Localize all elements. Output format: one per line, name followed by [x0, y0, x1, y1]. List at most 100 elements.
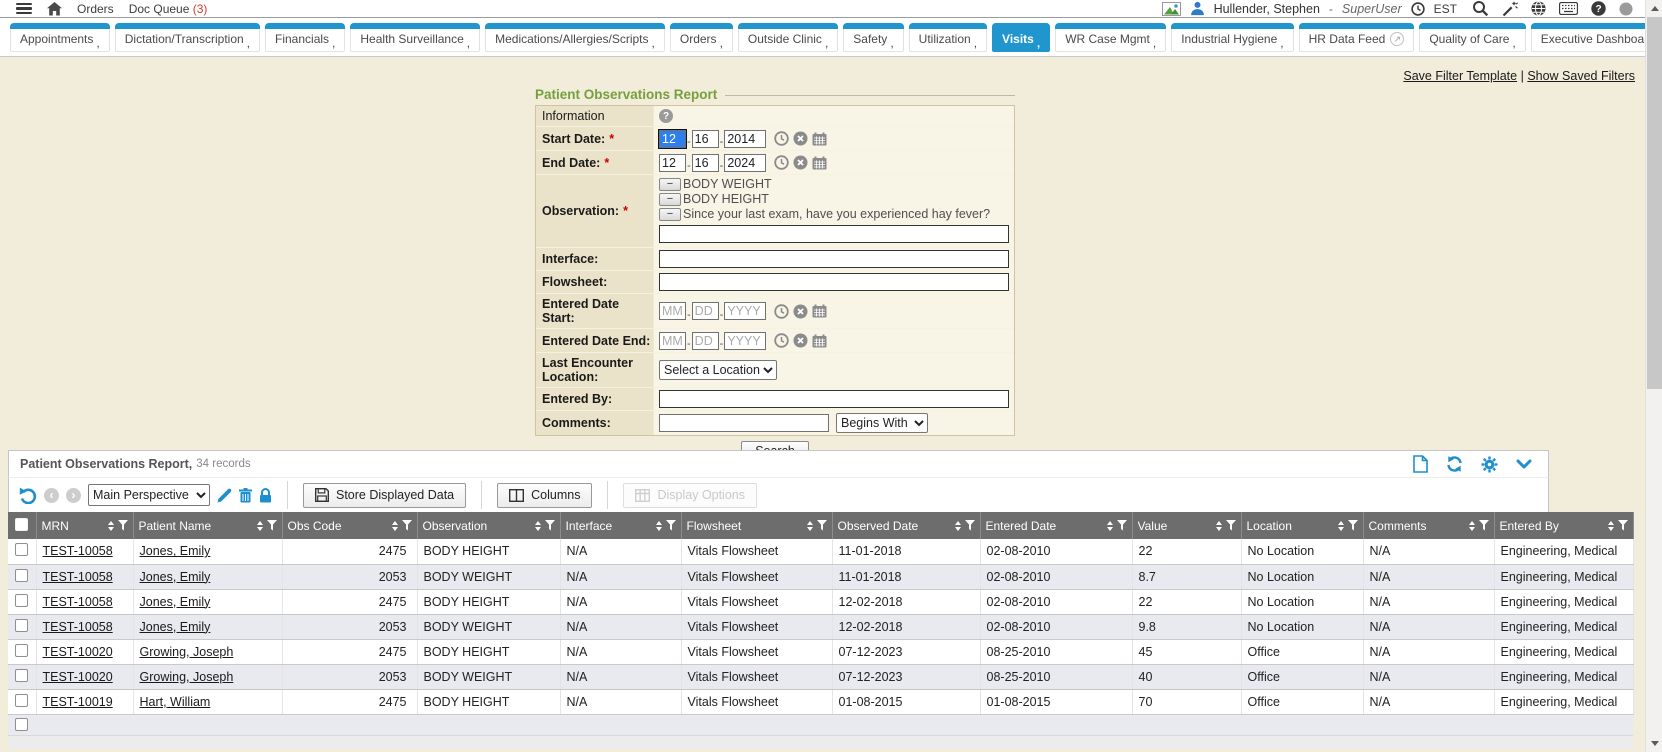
column-header-entered-date[interactable]: Entered Date: [980, 512, 1132, 539]
filter-icon[interactable]: [1117, 520, 1127, 531]
tab-orders[interactable]: Orders,: [670, 23, 733, 52]
tab-hr-data-feed[interactable]: HR Data Feed↗: [1299, 23, 1415, 52]
globe-icon[interactable]: [1531, 1, 1546, 16]
tab-appointments[interactable]: Appointments,: [10, 23, 110, 52]
sort-icon[interactable]: [1216, 521, 1222, 531]
calendar-icon[interactable]: [812, 304, 827, 318]
interface-input[interactable]: [659, 250, 1009, 268]
row-checkbox[interactable]: [15, 543, 28, 556]
entered-date-end-day-input[interactable]: [692, 332, 719, 350]
clear-date-icon[interactable]: [793, 304, 808, 319]
tab-visits[interactable]: Visits,: [992, 23, 1050, 52]
save-filter-template-link[interactable]: Save Filter Template: [1403, 69, 1517, 83]
filter-icon[interactable]: [965, 520, 975, 531]
entered-date-end-year-input[interactable]: [724, 332, 766, 350]
select-all-checkbox[interactable]: [15, 518, 28, 531]
sort-icon[interactable]: [535, 521, 541, 531]
screenshot-icon[interactable]: [1162, 2, 1181, 16]
wand-icon[interactable]: [1502, 1, 1518, 17]
sort-icon[interactable]: [108, 521, 114, 531]
row-checkbox[interactable]: [15, 669, 28, 682]
start-date-day-input[interactable]: [692, 130, 719, 148]
start-date-year-input[interactable]: [724, 130, 766, 148]
time-icon[interactable]: [774, 304, 789, 319]
remove-observation-button[interactable]: −: [659, 208, 681, 221]
calendar-icon[interactable]: [812, 132, 827, 146]
filter-icon[interactable]: [1348, 520, 1358, 531]
gear-icon[interactable]: [1481, 456, 1498, 473]
mrn-link[interactable]: TEST-10019: [43, 695, 113, 709]
refresh-icon[interactable]: [1446, 456, 1463, 472]
filter-icon[interactable]: [402, 520, 412, 531]
filter-icon[interactable]: [545, 520, 555, 531]
filter-icon[interactable]: [1618, 520, 1628, 531]
patient-name-link[interactable]: Jones, Emily: [140, 620, 211, 634]
row-checkbox[interactable]: [15, 619, 28, 632]
tab-wr-case-mgmt[interactable]: WR Case Mgmt,: [1055, 23, 1166, 52]
end-date-day-input[interactable]: [692, 154, 719, 172]
patient-name-link[interactable]: Jones, Emily: [140, 595, 211, 609]
column-header-mrn[interactable]: MRN: [36, 512, 133, 539]
home-icon[interactable]: [47, 2, 62, 16]
column-header-location[interactable]: Location: [1241, 512, 1363, 539]
perspective-select[interactable]: Main Perspective: [88, 484, 210, 506]
mrn-link[interactable]: TEST-10058: [43, 570, 113, 584]
scroll-down-icon[interactable]: [1646, 735, 1662, 752]
row-checkbox[interactable]: [15, 594, 28, 607]
search-icon[interactable]: [1472, 0, 1489, 17]
entered-date-start-year-input[interactable]: [724, 302, 766, 320]
tab-medications-allergies-scripts[interactable]: Medications/Allergies/Scripts,: [485, 23, 665, 52]
sort-icon[interactable]: [1107, 521, 1113, 531]
previous-perspective-icon[interactable]: ‹: [44, 488, 59, 503]
tab-financials[interactable]: Financials,: [265, 23, 345, 52]
new-document-icon[interactable]: [1413, 455, 1428, 473]
filter-icon[interactable]: [1226, 520, 1236, 531]
clear-date-icon[interactable]: [793, 155, 808, 170]
patient-name-link[interactable]: Growing, Joseph: [140, 670, 234, 684]
entered-date-start-month-input[interactable]: [659, 302, 686, 320]
store-displayed-data-button[interactable]: Store Displayed Data: [303, 483, 466, 508]
column-header-flowsheet[interactable]: Flowsheet: [681, 512, 832, 539]
tab-dictation-transcription[interactable]: Dictation/Transcription,: [115, 23, 260, 52]
show-saved-filters-link[interactable]: Show Saved Filters: [1527, 69, 1635, 83]
column-header-entered-by[interactable]: Entered By: [1494, 512, 1633, 539]
column-header-interface[interactable]: Interface: [560, 512, 681, 539]
sort-icon[interactable]: [807, 521, 813, 531]
scroll-up-icon[interactable]: [1646, 0, 1662, 17]
remove-observation-button[interactable]: −: [659, 178, 681, 191]
topbar-link-doc-queue[interactable]: Doc Queue (3): [129, 2, 208, 16]
mrn-link[interactable]: TEST-10058: [43, 544, 113, 558]
column-header-observation[interactable]: Observation: [417, 512, 560, 539]
end-date-month-input[interactable]: [659, 154, 686, 172]
column-header-observed-date[interactable]: Observed Date: [832, 512, 980, 539]
patient-name-link[interactable]: Jones, Emily: [140, 544, 211, 558]
row-checkbox[interactable]: [15, 694, 28, 707]
page-scrollbar[interactable]: [1645, 0, 1662, 752]
tab-utilization[interactable]: Utilization,: [909, 23, 987, 52]
next-perspective-icon[interactable]: ›: [66, 488, 81, 503]
tab-outside-clinic[interactable]: Outside Clinic,: [738, 23, 838, 52]
tab-safety[interactable]: Safety,: [843, 23, 903, 52]
observation-search-input[interactable]: [659, 225, 1009, 243]
sort-icon[interactable]: [656, 521, 662, 531]
last-encounter-location-select[interactable]: Select a Location: [659, 360, 777, 380]
filter-icon[interactable]: [666, 520, 676, 531]
time-icon[interactable]: [774, 155, 789, 170]
help-icon[interactable]: ?: [1591, 1, 1606, 16]
filter-icon[interactable]: [1479, 520, 1489, 531]
keyboard-icon[interactable]: [1559, 2, 1578, 15]
tab-executive-dashboard[interactable]: Executive Dashboard↗: [1531, 23, 1662, 52]
user-icon[interactable]: [1190, 1, 1205, 16]
tab-quality-of-care[interactable]: Quality of Care,: [1419, 23, 1525, 52]
topbar-link-orders[interactable]: Orders: [77, 2, 114, 16]
tab-industrial-hygiene[interactable]: Industrial Hygiene,: [1171, 23, 1293, 52]
sort-icon[interactable]: [1608, 521, 1614, 531]
delete-perspective-icon[interactable]: [239, 488, 252, 503]
filter-icon[interactable]: [817, 520, 827, 531]
reset-perspective-icon[interactable]: [19, 487, 37, 504]
horizontal-scrollbar[interactable]: [8, 736, 1633, 749]
edit-perspective-icon[interactable]: [217, 488, 232, 503]
sort-icon[interactable]: [1338, 521, 1344, 531]
collapse-chevron-icon[interactable]: [1516, 459, 1532, 469]
column-header-comments[interactable]: Comments: [1363, 512, 1494, 539]
